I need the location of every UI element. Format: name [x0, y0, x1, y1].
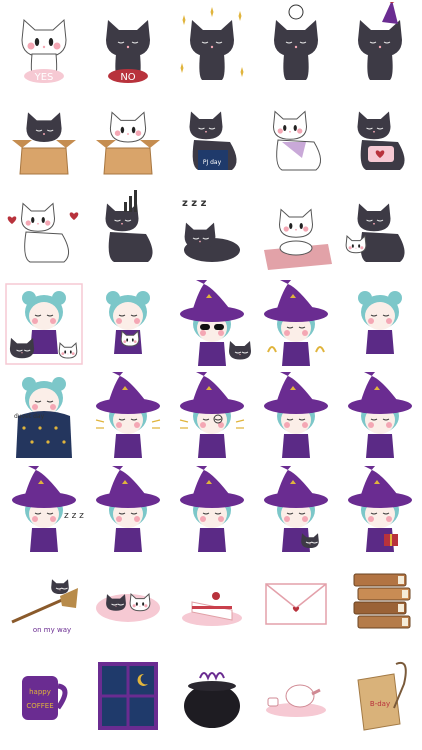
envelope-icon: [265, 583, 327, 625]
sticker-cauldron[interactable]: [170, 654, 254, 747]
happy-coffee-2-label: COFFEE: [26, 702, 53, 710]
sticker-coffee-mug[interactable]: happy COFFEE: [2, 654, 86, 747]
sticker-dark-cat-box[interactable]: [2, 96, 86, 189]
girl-with-cats-icon: [5, 283, 83, 365]
birthday-label: B-day: [370, 700, 390, 708]
on-my-way-label: on my way: [33, 626, 71, 634]
sticker-witch-winking[interactable]: [170, 466, 254, 559]
dark-cat-no-icon: NO: [106, 20, 150, 83]
witch-sleepy-icon: z z z: [12, 466, 84, 552]
witch-eyes-closed-icon: [264, 372, 328, 458]
sticker-witch-sunglasses-cat[interactable]: [170, 280, 254, 373]
white-cat-carpet-icon: [264, 208, 332, 270]
sticker-dark-cat-sparkle[interactable]: [170, 2, 254, 95]
sticker-witch-surprised[interactable]: [86, 372, 170, 465]
sticker-grid: YES NO PJ day z z z duvet day z z z on my way h…: [0, 0, 422, 750]
dark-cat-party-hat-icon: [358, 2, 402, 80]
witch-sunglasses-cat-icon: [180, 280, 251, 366]
dark-cat-signal-icon: [105, 190, 153, 262]
sticker-white-cat-carpet[interactable]: [254, 188, 338, 281]
sticker-dark-cat-pajamas[interactable]: PJ day: [170, 96, 254, 189]
sticker-dark-cat-heart-sweater[interactable]: [338, 96, 422, 189]
sticker-dark-cat-signal[interactable]: [86, 188, 170, 281]
yes-label: YES: [34, 72, 54, 83]
sticker-envelope[interactable]: [254, 560, 338, 653]
sticker-witch-monocle[interactable]: [170, 372, 254, 465]
white-cat-hearts-icon: [7, 202, 79, 263]
white-cat-scarf-icon: [272, 110, 321, 171]
girl-holding-cat-icon: [106, 291, 150, 354]
svg-text:z z z: z z z: [64, 511, 84, 521]
witch-neutral-icon: [348, 372, 412, 458]
sticker-witch-sleepy[interactable]: z z z: [2, 466, 86, 559]
sticker-scroll-quill[interactable]: B-day: [338, 654, 422, 747]
sticker-witch-with-cat[interactable]: [254, 466, 338, 559]
sticker-broom-on-my-way[interactable]: on my way: [2, 560, 86, 653]
pj-day-label: PJ day: [203, 159, 222, 166]
duvet-day-label: duvet day: [14, 413, 45, 420]
witch-monocle-icon: [179, 372, 245, 458]
sticker-cats-in-bed[interactable]: [86, 560, 170, 653]
broom-on-my-way-icon: on my way: [11, 579, 78, 634]
sticker-dark-cat-no[interactable]: NO: [86, 2, 170, 95]
coffee-mug-icon: happy COFFEE: [22, 676, 68, 720]
book-stack-icon: [353, 573, 411, 629]
sticker-girl-duvet-day[interactable]: duvet day: [2, 372, 86, 465]
sticker-witch-laughing[interactable]: [254, 280, 338, 373]
cats-in-bed-icon: [96, 593, 160, 622]
sticker-witch-neutral[interactable]: [338, 372, 422, 465]
dark-cat-sleeping-icon: z z z: [182, 198, 240, 262]
white-cat-box-icon: [96, 111, 160, 175]
sticker-white-cat-yes[interactable]: YES: [2, 2, 86, 95]
sticker-girl-with-cats[interactable]: [2, 280, 86, 373]
girl-duvet-day-icon: duvet day: [14, 377, 72, 458]
happy-coffee-1-label: happy: [29, 688, 51, 696]
teapot-icon: [266, 684, 326, 717]
dark-cat-sparkle-icon: [180, 7, 244, 80]
girl-teal-hair-icon: [358, 291, 402, 354]
cauldron-icon: [184, 672, 240, 728]
cake-slice-icon: [182, 592, 242, 626]
svg-text:z z z: z z z: [182, 198, 207, 209]
sticker-teapot[interactable]: [254, 654, 338, 747]
witch-surprised-icon: [95, 372, 161, 458]
sticker-white-cat-scarf[interactable]: [254, 96, 338, 189]
no-label: NO: [120, 72, 135, 83]
sticker-white-cat-box[interactable]: [86, 96, 170, 189]
sticker-witch-eyes-closed[interactable]: [254, 372, 338, 465]
sticker-night-window[interactable]: [86, 654, 170, 747]
dark-cat-kitten-icon: [345, 203, 405, 262]
sticker-girl-holding-cat[interactable]: [86, 280, 170, 373]
sticker-book-stack[interactable]: [338, 560, 422, 653]
sticker-white-cat-hearts[interactable]: [2, 188, 86, 281]
witch-laughing-icon: [264, 280, 328, 366]
sticker-dark-cat-kitten[interactable]: [338, 188, 422, 281]
witch-annoyed-icon: [96, 466, 160, 552]
dark-cat-thought-icon: [274, 4, 318, 80]
witch-winking-icon: [180, 466, 244, 552]
sticker-girl-teal-hair[interactable]: [338, 280, 422, 373]
sticker-witch-with-gift[interactable]: [338, 466, 422, 559]
sticker-dark-cat-thought[interactable]: [254, 2, 338, 95]
sticker-witch-annoyed[interactable]: [86, 466, 170, 559]
dark-cat-pajamas-icon: PJ day: [189, 111, 237, 170]
sticker-dark-cat-sleeping[interactable]: z z z: [170, 188, 254, 281]
dark-cat-box-icon: [12, 112, 76, 175]
night-window-icon: [98, 662, 158, 730]
witch-with-gift-icon: [348, 466, 412, 552]
sticker-dark-cat-party-hat[interactable]: [338, 2, 422, 95]
dark-cat-heart-sweater-icon: [357, 111, 405, 170]
white-cat-yes-icon: YES: [21, 18, 67, 83]
sticker-cake-slice[interactable]: [170, 560, 254, 653]
witch-with-cat-icon: [264, 466, 328, 552]
scroll-quill-icon: B-day: [357, 662, 407, 731]
